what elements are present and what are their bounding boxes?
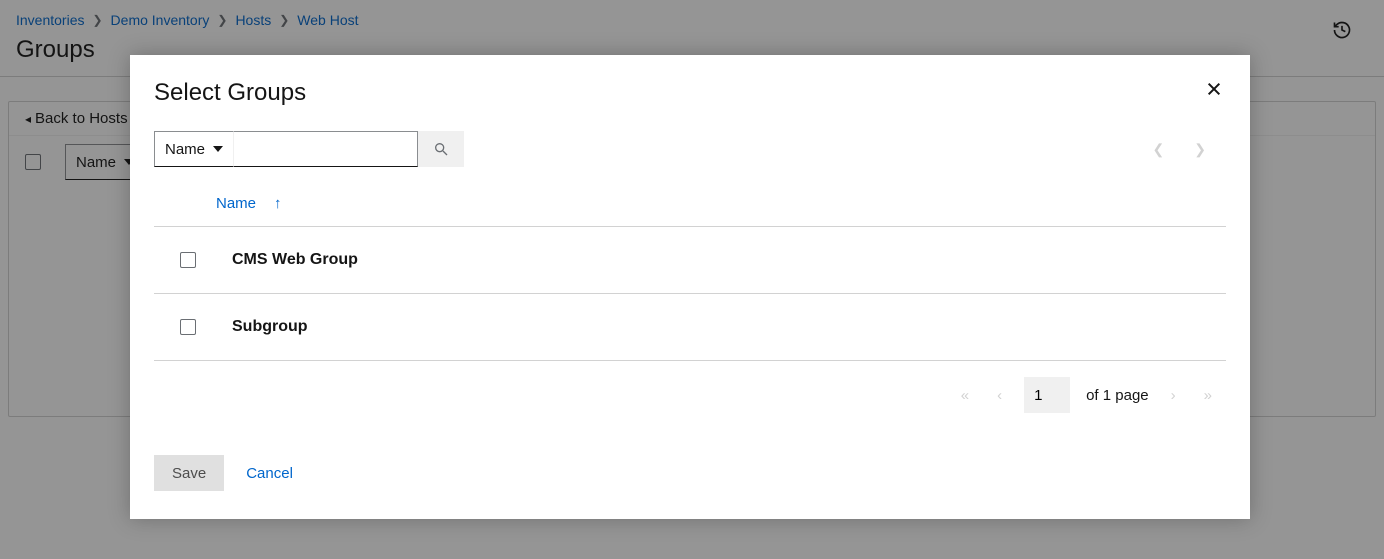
column-header-name[interactable]: Name ↑ <box>216 195 282 212</box>
row-name: CMS Web Group <box>232 251 358 269</box>
prev-page-icon[interactable]: ‹ <box>991 387 1008 404</box>
page-number-input[interactable] <box>1024 377 1070 413</box>
modal-header: Select Groups <box>154 79 1226 107</box>
caret-down-icon <box>213 146 223 152</box>
save-button[interactable]: Save <box>154 455 224 491</box>
search-group: Name <box>154 131 464 167</box>
search-icon <box>433 141 449 157</box>
table-row: CMS Web Group <box>154 227 1226 294</box>
search-input[interactable] <box>233 131 418 167</box>
next-page-icon[interactable]: › <box>1165 387 1182 404</box>
table-row: Subgroup <box>154 294 1226 361</box>
modal-footer: Save Cancel <box>154 455 1226 491</box>
close-icon <box>1206 81 1222 97</box>
search-field-select[interactable]: Name <box>154 131 233 167</box>
column-header-label: Name <box>216 195 256 212</box>
close-button[interactable] <box>1202 79 1226 103</box>
row-name: Subgroup <box>232 318 308 336</box>
row-checkbox[interactable] <box>180 252 196 268</box>
sort-ascending-icon: ↑ <box>274 195 282 212</box>
table-header: Name ↑ <box>154 187 1226 227</box>
row-checkbox[interactable] <box>180 319 196 335</box>
chevron-left-icon[interactable]: ❮ <box>1153 141 1165 158</box>
top-pager: ❮ ❯ <box>1153 141 1226 158</box>
last-page-icon[interactable]: » <box>1198 387 1218 404</box>
page-count-label: of 1 page <box>1086 387 1149 404</box>
modal-title: Select Groups <box>154 79 306 107</box>
first-page-icon[interactable]: « <box>955 387 975 404</box>
modal-toolbar: Name ❮ ❯ <box>154 131 1226 167</box>
select-groups-modal: Select Groups Name ❮ ❯ Name ↑ <box>130 55 1250 519</box>
bottom-pager: « ‹ of 1 page › » <box>154 377 1226 413</box>
search-button[interactable] <box>418 131 464 167</box>
groups-table: Name ↑ CMS Web Group Subgroup <box>154 187 1226 361</box>
search-field-label: Name <box>165 141 205 158</box>
chevron-right-icon[interactable]: ❯ <box>1194 141 1206 158</box>
cancel-button[interactable]: Cancel <box>246 455 293 491</box>
